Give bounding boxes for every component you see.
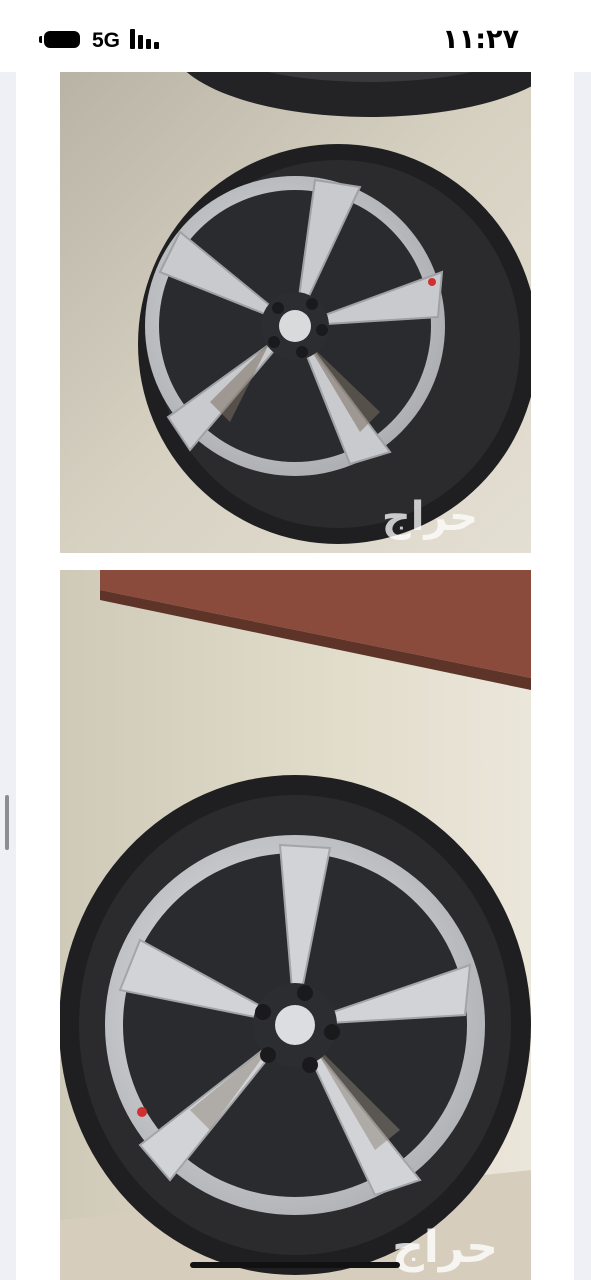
scroll-indicator[interactable]: [5, 795, 9, 850]
status-time: ١١:٢٧: [442, 24, 519, 55]
watermark-2: حراج: [392, 1222, 498, 1273]
watermark-1: حراج: [382, 494, 478, 540]
signal-bars-icon: [130, 29, 160, 49]
network-label: 5G: [92, 29, 121, 52]
wheel-photo-2[interactable]: حراج: [60, 570, 531, 1280]
home-indicator[interactable]: [190, 1262, 400, 1268]
battery-icon: [39, 31, 80, 48]
status-bar: 5G ١١:٢٧: [0, 0, 591, 72]
wheel-photo-1[interactable]: حراج: [60, 72, 531, 553]
